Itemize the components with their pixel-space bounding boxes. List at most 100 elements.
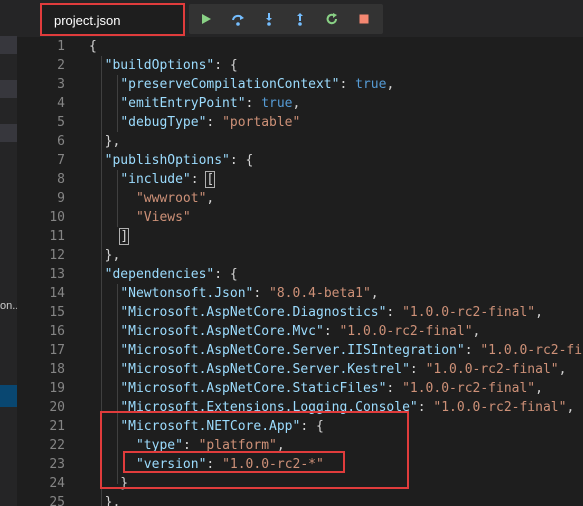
code-line[interactable]: 19 "Microsoft.AspNetCore.StaticFiles": "… [17, 379, 583, 398]
stop-button[interactable] [349, 4, 379, 34]
json-string: "1.0.0-rc2-final" [402, 305, 536, 320]
line-number: 5 [57, 115, 65, 130]
json-key: "Microsoft.AspNetCore.StaticFiles" [120, 381, 387, 396]
json-string: "1.0.0-rc2-final" [339, 324, 473, 339]
continue-icon [202, 14, 211, 24]
json-string: "portable" [222, 115, 301, 130]
code-line[interactable]: 15 "Microsoft.AspNetCore.Diagnostics": "… [17, 303, 583, 322]
code-line[interactable]: 25 }, [17, 493, 583, 506]
json-literal: true [355, 77, 387, 92]
line-number: 20 [49, 400, 65, 415]
json-punctuation: } [89, 476, 129, 491]
sidebar-row[interactable] [0, 124, 17, 142]
json-punctuation: : [386, 381, 403, 396]
line-number: 10 [49, 210, 65, 225]
code-line[interactable]: 3 "preserveCompilationContext": true, [17, 75, 583, 94]
json-punctuation: : [409, 362, 426, 377]
code-line[interactable]: 13 "dependencies": { [17, 265, 583, 284]
json-punctuation [89, 58, 105, 73]
json-string: "Views" [135, 210, 191, 225]
line-number: 21 [49, 419, 65, 434]
line-code: "dependencies": { [89, 265, 238, 284]
line-code: "type": "platform", [89, 436, 285, 455]
code-line[interactable]: 20 "Microsoft.Extensions.Logging.Console… [17, 398, 583, 417]
json-key: "Newtonsoft.Json" [120, 286, 254, 301]
code-line[interactable]: 16 "Microsoft.AspNetCore.Mvc": "1.0.0-rc… [17, 322, 583, 341]
code-line[interactable]: 14 "Newtonsoft.Json": "8.0.4-beta1", [17, 284, 583, 303]
code-line[interactable]: 8 "include": [ [17, 170, 583, 189]
line-code: } [89, 474, 128, 493]
line-number: 24 [49, 476, 65, 491]
json-key: "version" [135, 457, 207, 472]
json-punctuation [89, 400, 120, 415]
json-punctuation: , [292, 96, 301, 111]
json-punctuation [89, 419, 120, 434]
json-string: "8.0.4-beta1" [269, 286, 371, 301]
code-line[interactable]: 21 "Microsoft.NETCore.App": { [17, 417, 583, 436]
line-number: 16 [49, 324, 65, 339]
code-line[interactable]: 5 "debugType": "portable" [17, 113, 583, 132]
json-punctuation: , [370, 286, 379, 301]
json-punctuation [89, 305, 120, 320]
step-over-button[interactable] [223, 4, 253, 34]
line-number: 18 [49, 362, 65, 377]
json-punctuation [89, 115, 120, 130]
json-punctuation [89, 324, 120, 339]
json-literal: true [261, 96, 293, 111]
line-number: 2 [57, 58, 65, 73]
restart-button[interactable] [317, 4, 347, 34]
line-number: 11 [49, 229, 65, 244]
code-line[interactable]: 22 "type": "platform", [17, 436, 583, 455]
step-out-button[interactable] [285, 4, 315, 34]
json-punctuation: , [558, 362, 567, 377]
code-line[interactable]: 1{ [17, 37, 583, 56]
code-line[interactable]: 17 "Microsoft.AspNetCore.Server.IISInteg… [17, 341, 583, 360]
code-line[interactable]: 18 "Microsoft.AspNetCore.Server.Kestrel"… [17, 360, 583, 379]
code-line[interactable]: 23 "version": "1.0.0-rc2-*" [17, 455, 583, 474]
line-code: "Microsoft.AspNetCore.Server.Kestrel": "… [89, 360, 566, 379]
json-punctuation [89, 438, 136, 453]
sidebar-item-label[interactable]: on.. [0, 300, 17, 312]
step-over-icon [232, 14, 244, 26]
json-punctuation [89, 210, 136, 225]
continue-button[interactable] [191, 4, 221, 34]
code-line[interactable]: 10 "Views" [17, 208, 583, 227]
line-number: 17 [49, 343, 65, 358]
line-number: 7 [57, 153, 65, 168]
json-punctuation: : [182, 438, 199, 453]
json-punctuation: : [245, 96, 262, 111]
json-punctuation: , [472, 324, 481, 339]
sidebar-selected-row[interactable] [0, 385, 17, 407]
code-line[interactable]: 6 }, [17, 132, 583, 151]
code-line[interactable]: 7 "publishOptions": { [17, 151, 583, 170]
code-line[interactable]: 11 ] [17, 227, 583, 246]
stop-icon [359, 14, 369, 24]
line-number: 9 [57, 191, 65, 206]
code-line[interactable]: 2 "buildOptions": { [17, 56, 583, 75]
json-punctuation: , [566, 400, 575, 415]
step-into-button[interactable] [254, 4, 284, 34]
code-line[interactable]: 24 } [17, 474, 583, 493]
json-punctuation [89, 381, 120, 396]
sidebar-row[interactable] [0, 80, 17, 98]
json-string: "1.0.0-rc2-final" [433, 400, 567, 415]
json-string: "1.0.0-rc2-final" [425, 362, 559, 377]
code-line[interactable]: 9 "wwwroot", [17, 189, 583, 208]
line-number: 15 [49, 305, 65, 320]
tab-project-json[interactable]: project.json [40, 3, 185, 36]
line-number: 1 [57, 39, 65, 54]
json-punctuation: , [535, 305, 543, 320]
json-punctuation: : [339, 77, 356, 92]
line-code: "version": "1.0.0-rc2-*" [89, 455, 324, 474]
json-key: "debugType" [120, 115, 207, 130]
code-editor[interactable]: 1{2 "buildOptions": {3 "preserveCompilat… [17, 37, 583, 506]
sidebar-row[interactable] [0, 36, 17, 54]
code-line[interactable]: 12 }, [17, 246, 583, 265]
line-code: "Views" [89, 208, 191, 227]
code-line[interactable]: 4 "emitEntryPoint": true, [17, 94, 583, 113]
debug-toolbar [189, 4, 383, 34]
line-code: "wwwroot", [89, 189, 214, 208]
line-code: "include": [ [89, 170, 216, 189]
matched-bracket: [ [205, 171, 216, 188]
json-punctuation: : { [214, 58, 238, 73]
